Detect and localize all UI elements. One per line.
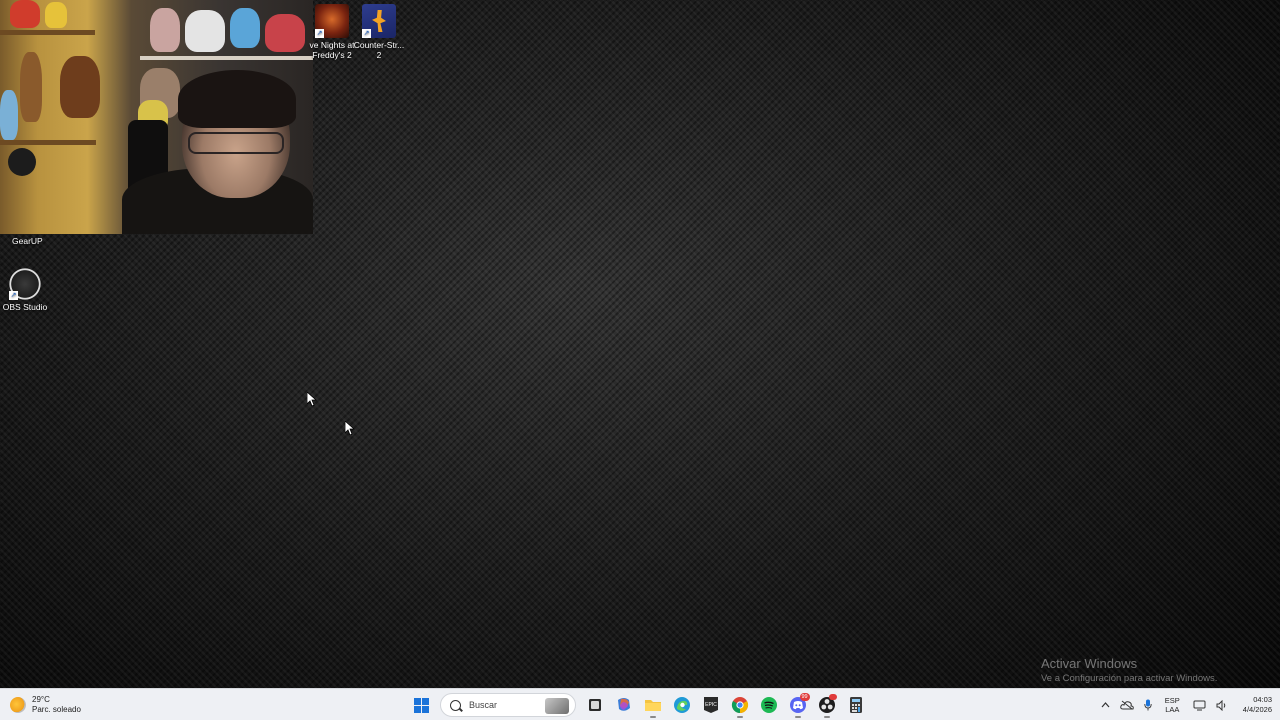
taskbar-search[interactable]: Buscar — [440, 693, 576, 717]
desktop-icon-label: Counter-Str... 2 — [353, 40, 405, 60]
search-highlight-icon — [545, 698, 569, 714]
desktop-icon-label: OBS Studio — [2, 302, 48, 312]
file-explorer-button[interactable] — [640, 692, 666, 718]
shortcut-arrow-icon: ↗ — [362, 29, 371, 38]
clock-button[interactable]: 04:03 4/4/2026 — [1243, 695, 1272, 715]
windows-logo-icon — [414, 697, 429, 713]
webcam-overlay — [0, 0, 313, 234]
windows-activation-watermark: Activar Windows Ve a Configuración para … — [1041, 656, 1217, 685]
activation-title: Activar Windows — [1041, 656, 1138, 671]
desktop[interactable]: ↗ ve Nights at Freddy's 2 ↗ Counter-Str.… — [0, 0, 1280, 688]
counter-strike-icon: ↗ — [362, 4, 396, 38]
recording-indicator-icon — [828, 694, 837, 700]
chrome-icon — [731, 697, 748, 714]
epic-games-button[interactable]: EPIC — [698, 692, 724, 718]
microphone-icon — [1144, 699, 1152, 711]
discord-button[interactable]: 99 — [785, 692, 811, 718]
shortcut-arrow-icon: ↗ — [9, 291, 18, 300]
activation-subtitle: Ve a Configuración para activar Windows. — [1041, 673, 1218, 684]
chrome-button[interactable] — [727, 692, 753, 718]
task-view-button[interactable] — [582, 692, 608, 718]
edge-icon — [673, 697, 690, 713]
volume-button[interactable] — [1216, 699, 1228, 711]
taskbar: 29°C Parc. soleado Buscar EPIC 99 ESP LA… — [0, 688, 1280, 720]
microphone-button[interactable] — [1144, 699, 1152, 711]
search-icon — [450, 699, 461, 711]
weather-condition: Parc. soleado — [32, 705, 81, 714]
calculator-icon — [849, 697, 862, 713]
network-button[interactable] — [1193, 700, 1206, 711]
svg-text:EPIC: EPIC — [705, 702, 717, 708]
clock-date: 4/4/2026 — [1242, 705, 1272, 714]
notification-badge: 99 — [799, 693, 810, 701]
desktop-icon-gearup[interactable]: GearUP — [12, 236, 43, 246]
speaker-icon — [1216, 699, 1226, 711]
desktop-icon-counter-strike-2[interactable]: ↗ Counter-Str... 2 — [347, 4, 411, 60]
task-view-icon — [588, 699, 601, 711]
chevron-up-icon — [1101, 702, 1110, 708]
edge-button[interactable] — [669, 692, 695, 718]
calculator-button[interactable] — [843, 692, 869, 718]
desktop-icon-label: GearUP — [12, 236, 43, 246]
partly-sunny-icon — [10, 697, 26, 713]
network-icon — [1193, 700, 1206, 710]
cloud-offline-icon — [1120, 700, 1134, 710]
desktop-icon-obs-studio[interactable]: ↗ OBS Studio — [0, 268, 57, 312]
input-language-button[interactable]: ESP LAA — [1165, 696, 1180, 714]
taskbar-apps: Buscar EPIC 99 — [407, 692, 870, 718]
weather-widget[interactable]: 29°C Parc. soleado — [10, 693, 81, 717]
obs-icon: ↗ — [9, 268, 41, 300]
system-tray: ESP LAA 04:03 4/4/2026 — [1096, 692, 1272, 718]
obs-button[interactable] — [814, 692, 840, 718]
copilot-icon — [617, 698, 630, 711]
spotify-icon — [760, 697, 777, 713]
start-button[interactable] — [409, 692, 435, 718]
onedrive-button[interactable] — [1120, 700, 1134, 710]
spotify-button[interactable] — [756, 692, 782, 718]
language-code: ESP — [1164, 696, 1180, 705]
folder-icon — [644, 700, 661, 711]
copilot-button[interactable] — [611, 692, 637, 718]
epic-games-icon: EPIC — [703, 697, 718, 713]
show-hidden-icons-button[interactable] — [1101, 702, 1110, 708]
search-placeholder: Buscar — [469, 700, 498, 710]
weather-temperature: 29°C — [32, 695, 50, 704]
clock-time: 04:03 — [1253, 695, 1272, 704]
keyboard-layout: LAA — [1165, 705, 1180, 714]
shortcut-arrow-icon: ↗ — [315, 29, 324, 38]
fnaf-icon: ↗ — [315, 4, 349, 38]
